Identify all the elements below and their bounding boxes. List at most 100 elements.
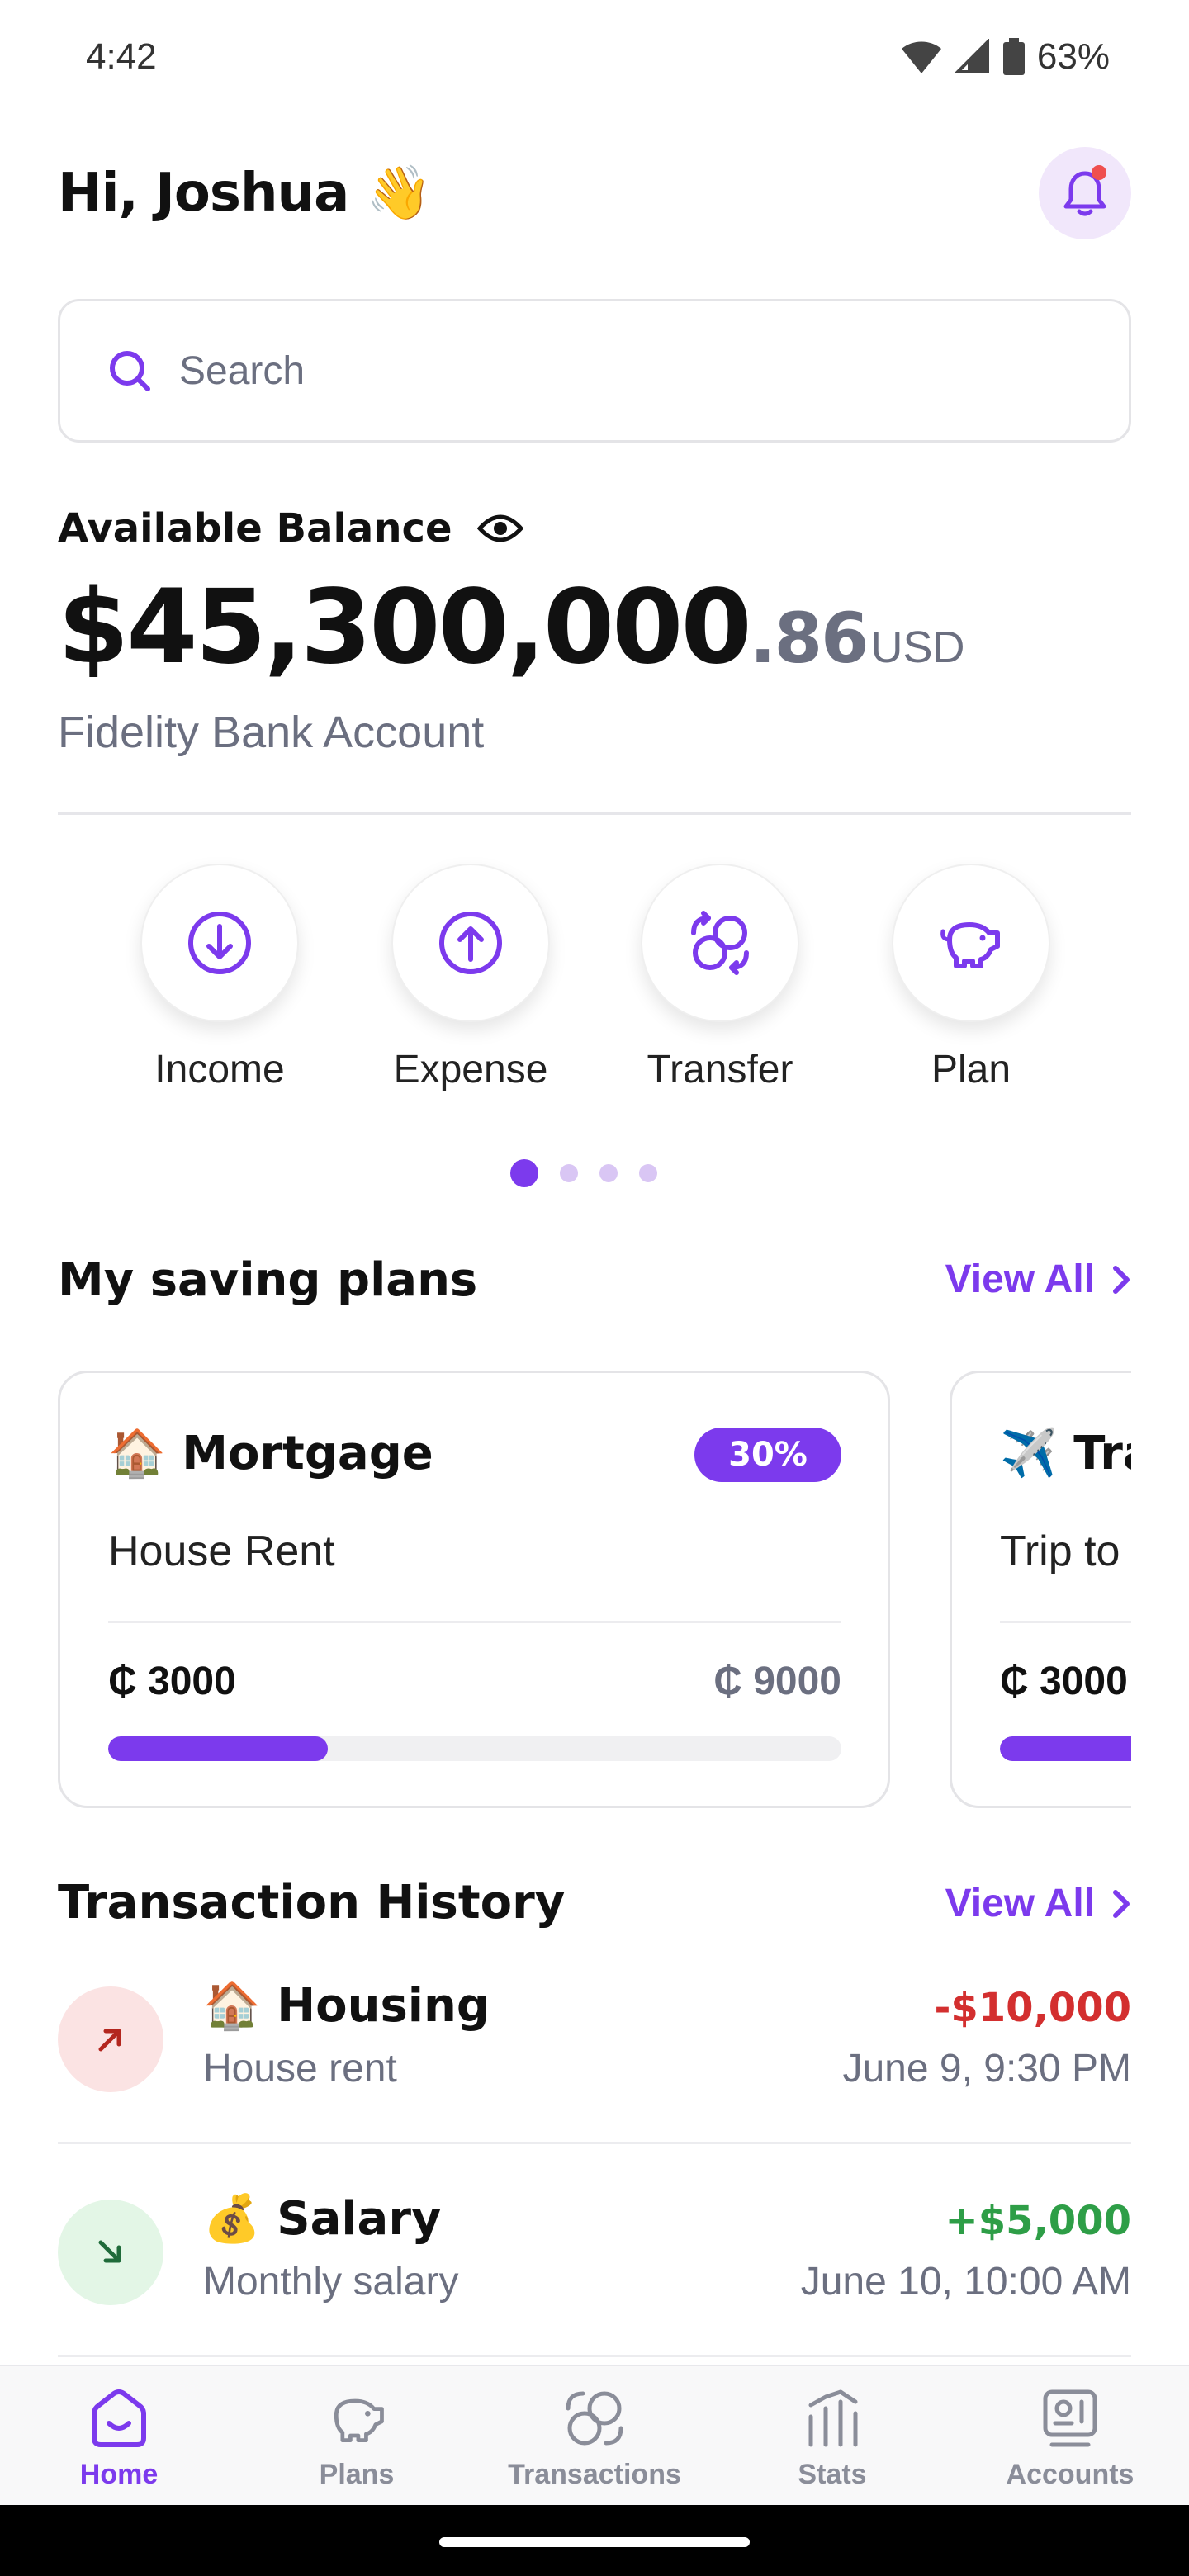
divider bbox=[58, 2142, 1131, 2144]
divider bbox=[58, 2355, 1131, 2357]
expense-button[interactable]: Expense bbox=[388, 864, 553, 1092]
status-bar: 4:42 63% bbox=[0, 0, 1189, 116]
nav-stats[interactable]: Stats bbox=[713, 2381, 951, 2491]
download-icon bbox=[188, 912, 251, 974]
balance-amount: $45,300,000 .86 USD bbox=[58, 568, 965, 687]
plan-progress-fill bbox=[1000, 1736, 1131, 1761]
transaction-time: June 9, 9:30 PM bbox=[842, 2047, 1131, 2091]
plan-button[interactable]: Plan bbox=[888, 864, 1054, 1092]
transaction-direction-badge bbox=[58, 1986, 163, 2092]
nav-plans-label: Plans bbox=[319, 2459, 395, 2490]
plan-progress-track bbox=[108, 1736, 841, 1761]
gesture-handle[interactable] bbox=[439, 2537, 750, 2547]
income-circle[interactable] bbox=[140, 864, 299, 1022]
carousel-dot[interactable] bbox=[599, 1164, 618, 1182]
plan-divider bbox=[108, 1621, 841, 1623]
arrow-up-right-icon bbox=[98, 2029, 121, 2052]
divider bbox=[58, 812, 1131, 815]
transaction-subtitle: House rent bbox=[203, 2047, 397, 2091]
saving-plans-carousel[interactable]: 🏠 Mortgage 30% House Rent ₵ 3000 ₵ 9000 … bbox=[0, 1371, 1131, 1813]
search-icon bbox=[110, 351, 150, 391]
plan-saved-amount: ₵ 3000 bbox=[108, 1660, 236, 1703]
chevron-right-icon bbox=[1113, 1265, 1130, 1294]
carousel-dot-active[interactable] bbox=[510, 1159, 538, 1187]
nav-stats-label: Stats bbox=[798, 2459, 867, 2490]
transaction-row[interactable]: 💰 Salary Monthly salary +$5,000 June 10,… bbox=[58, 2168, 1131, 2342]
plan-description: Trip to bbox=[1000, 1527, 1120, 1575]
transaction-subtitle: Monthly salary bbox=[203, 2260, 459, 2304]
notifications-button[interactable] bbox=[1039, 147, 1131, 239]
home-icon bbox=[92, 2389, 146, 2447]
piggy-bank-icon bbox=[334, 2398, 384, 2443]
status-icons: 63% bbox=[900, 36, 1110, 78]
plan-name-text: Tra bbox=[1073, 1427, 1131, 1480]
saving-plans-view-all[interactable]: View All bbox=[945, 1257, 1131, 1302]
nav-home[interactable]: Home bbox=[0, 2381, 238, 2491]
nav-home-label: Home bbox=[79, 2459, 159, 2490]
transaction-emoji: 🏠 bbox=[203, 1979, 261, 2033]
plan-circle[interactable] bbox=[892, 864, 1050, 1022]
transaction-title: 🏠 Housing bbox=[203, 1978, 490, 2033]
plan-name: ✈️ Tra bbox=[1000, 1426, 1131, 1480]
transfer-label: Transfer bbox=[647, 1048, 793, 1091]
expense-circle[interactable] bbox=[391, 864, 550, 1022]
nav-accounts[interactable]: Accounts bbox=[951, 2381, 1189, 2491]
transfer-icon bbox=[691, 911, 749, 975]
plan-label: Plan bbox=[931, 1048, 1011, 1091]
saving-plan-card[interactable]: ✈️ Tra Trip to ₵ 3000 bbox=[950, 1371, 1131, 1808]
nav-home-icon-wrap bbox=[0, 2381, 238, 2455]
accounts-icon bbox=[1043, 2389, 1097, 2447]
transaction-history-title: Transaction History bbox=[58, 1876, 566, 1930]
eye-icon[interactable] bbox=[476, 512, 523, 545]
nav-transactions-icon-wrap bbox=[476, 2381, 713, 2455]
carousel-dot[interactable] bbox=[560, 1164, 578, 1182]
upload-icon bbox=[439, 912, 502, 974]
wave-emoji: 👋 bbox=[366, 163, 433, 224]
nav-stats-icon-wrap bbox=[713, 2381, 951, 2455]
plan-divider bbox=[1000, 1621, 1131, 1623]
piggy-bank-icon bbox=[940, 922, 1000, 968]
transfer-button[interactable]: Transfer bbox=[637, 864, 803, 1092]
battery-percent: 63% bbox=[1036, 36, 1110, 77]
balance-label: Available Balance bbox=[58, 505, 452, 552]
carousel-dot[interactable] bbox=[639, 1164, 657, 1182]
wifi-icon bbox=[901, 41, 941, 73]
plan-name: 🏠 Mortgage bbox=[108, 1426, 433, 1480]
saving-plan-card[interactable]: 🏠 Mortgage 30% House Rent ₵ 3000 ₵ 9000 bbox=[58, 1371, 890, 1808]
nav-transactions[interactable]: Transactions bbox=[476, 2381, 713, 2491]
battery-icon bbox=[1002, 38, 1025, 75]
plan-saved-amount: ₵ 3000 bbox=[1000, 1660, 1128, 1703]
transfer-circle[interactable] bbox=[641, 864, 799, 1022]
nav-transactions-label: Transactions bbox=[508, 2459, 681, 2490]
transaction-emoji: 💰 bbox=[203, 2192, 261, 2246]
nav-accounts-icon-wrap bbox=[951, 2381, 1189, 2455]
plan-target-amount: ₵ 9000 bbox=[713, 1660, 841, 1703]
search-placeholder: Search bbox=[179, 348, 306, 393]
stats-icon bbox=[808, 2389, 858, 2447]
search-input[interactable]: Search bbox=[58, 299, 1131, 443]
income-label: Income bbox=[154, 1048, 285, 1091]
greeting: Hi, Joshua 👋 bbox=[58, 162, 433, 224]
balance-currency: USD bbox=[870, 623, 965, 672]
bottom-navigation: Home Plans Transactions Stats Accounts bbox=[0, 2365, 1189, 2505]
plan-progress-badge: 30% bbox=[694, 1428, 841, 1482]
transactions-view-all[interactable]: View All bbox=[945, 1881, 1131, 1926]
nav-plans-icon-wrap bbox=[238, 2381, 476, 2455]
status-time: 4:42 bbox=[86, 36, 157, 77]
nav-accounts-label: Accounts bbox=[1006, 2459, 1135, 2490]
plan-description: House Rent bbox=[108, 1527, 335, 1575]
nav-plans[interactable]: Plans bbox=[238, 2381, 476, 2491]
view-all-label: View All bbox=[945, 1257, 1095, 1301]
plan-name-text: Mortgage bbox=[182, 1427, 433, 1480]
transaction-amount: -$10,000 bbox=[934, 1985, 1131, 2031]
expense-label: Expense bbox=[393, 1048, 548, 1091]
cell-signal-icon bbox=[954, 39, 989, 73]
carousel-indicator bbox=[510, 1159, 657, 1187]
income-button[interactable]: Income bbox=[137, 864, 302, 1092]
greeting-text: Hi, Joshua bbox=[58, 163, 349, 224]
arrow-down-right-icon bbox=[98, 2240, 121, 2263]
transaction-title-text: Housing bbox=[277, 1979, 490, 2033]
notification-dot bbox=[1092, 165, 1106, 180]
saving-plans-title: My saving plans bbox=[58, 1253, 478, 1307]
transaction-row[interactable]: 🏠 Housing House rent -$10,000 June 9, 9:… bbox=[58, 1955, 1131, 2129]
